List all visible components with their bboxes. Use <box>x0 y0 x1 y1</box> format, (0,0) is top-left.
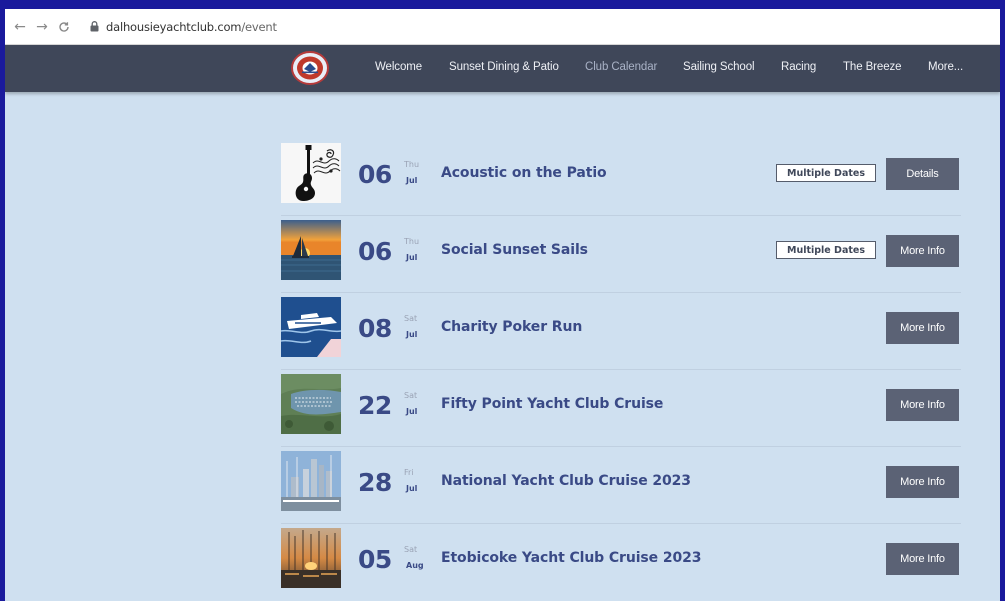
event-day: 08 <box>358 314 392 343</box>
multiple-dates-badge[interactable]: Multiple Dates <box>776 164 876 182</box>
back-arrow-icon[interactable]: ← <box>9 16 31 38</box>
event-weekday: Thu <box>404 160 420 169</box>
event-day: 28 <box>358 468 392 497</box>
more-info-button[interactable]: More Info <box>886 312 959 344</box>
event-row: 08 Sat Jul Charity Poker Run More Info <box>281 293 961 370</box>
url-path: /event <box>241 19 277 34</box>
event-month: Aug <box>406 561 424 570</box>
browser-window: ← → dalhousieyachtclub.com/event Welcome… <box>5 9 1000 601</box>
event-title[interactable]: Social Sunset Sails <box>441 242 588 258</box>
more-info-button[interactable]: More Info <box>886 466 959 498</box>
browser-toolbar: ← → dalhousieyachtclub.com/event <box>5 9 1000 45</box>
more-info-button[interactable]: More Info <box>886 389 959 421</box>
powerboat-image[interactable] <box>281 297 341 357</box>
nav-more[interactable]: More... <box>928 61 963 73</box>
event-weekday: Sat <box>404 314 418 323</box>
event-weekday: Sat <box>404 545 418 554</box>
site-navigation: Welcome Sunset Dining & Patio Club Calen… <box>5 45 1000 92</box>
event-weekday: Thu <box>404 237 420 246</box>
event-month: Jul <box>406 253 418 262</box>
event-title[interactable]: Charity Poker Run <box>441 319 582 335</box>
details-button[interactable]: Details <box>886 158 959 190</box>
event-day: 22 <box>358 391 392 420</box>
event-row: 06 Thu Jul Acoustic on the Patio Multipl… <box>281 139 961 216</box>
nav-welcome[interactable]: Welcome <box>375 61 422 73</box>
nav-club-calendar[interactable]: Club Calendar <box>585 61 657 73</box>
event-row: 28 Fri Jul National Yacht Club Cruise 20… <box>281 447 961 524</box>
event-month: Jul <box>406 407 418 416</box>
forward-arrow-icon[interactable]: → <box>31 16 53 38</box>
event-day: 06 <box>358 237 392 266</box>
marina-aerial-image[interactable] <box>281 374 341 434</box>
nav-racing[interactable]: Racing <box>781 61 816 73</box>
event-row: 06 Thu Jul Social Sunset Sails Multiple … <box>281 216 961 293</box>
nav-sailing-school[interactable]: Sailing School <box>683 61 755 73</box>
lock-icon[interactable] <box>87 20 101 34</box>
sunset-sailboat-image[interactable] <box>281 220 341 280</box>
guitar-music-image[interactable] <box>281 143 341 203</box>
event-month: Jul <box>406 484 418 493</box>
nav-the-breeze[interactable]: The Breeze <box>843 61 902 73</box>
more-info-button[interactable]: More Info <box>886 235 959 267</box>
event-day: 05 <box>358 545 392 574</box>
more-info-button[interactable]: More Info <box>886 543 959 575</box>
reload-icon[interactable] <box>53 16 75 38</box>
event-row: 22 Sat Jul Fifty Point Yacht Club Cruise… <box>281 370 961 447</box>
multiple-dates-badge[interactable]: Multiple Dates <box>776 241 876 259</box>
event-weekday: Sat <box>404 391 418 400</box>
event-title[interactable]: National Yacht Club Cruise 2023 <box>441 473 691 489</box>
event-title[interactable]: Fifty Point Yacht Club Cruise <box>441 396 663 412</box>
nav-sunset-dining[interactable]: Sunset Dining & Patio <box>449 61 559 73</box>
city-marina-image[interactable] <box>281 451 341 511</box>
event-title[interactable]: Acoustic on the Patio <box>441 165 607 181</box>
event-row: 05 Sat Aug Etobicoke Yacht Club Cruise 2… <box>281 524 961 601</box>
event-title[interactable]: Etobicoke Yacht Club Cruise 2023 <box>441 550 702 566</box>
event-weekday: Fri <box>404 468 414 477</box>
marina-sunset-image[interactable] <box>281 528 341 588</box>
event-month: Jul <box>406 330 418 339</box>
event-month: Jul <box>406 176 418 185</box>
url-host: dalhousieyachtclub.com <box>106 19 242 34</box>
event-day: 06 <box>358 160 392 189</box>
address-bar[interactable]: dalhousieyachtclub.com/event <box>106 20 277 34</box>
